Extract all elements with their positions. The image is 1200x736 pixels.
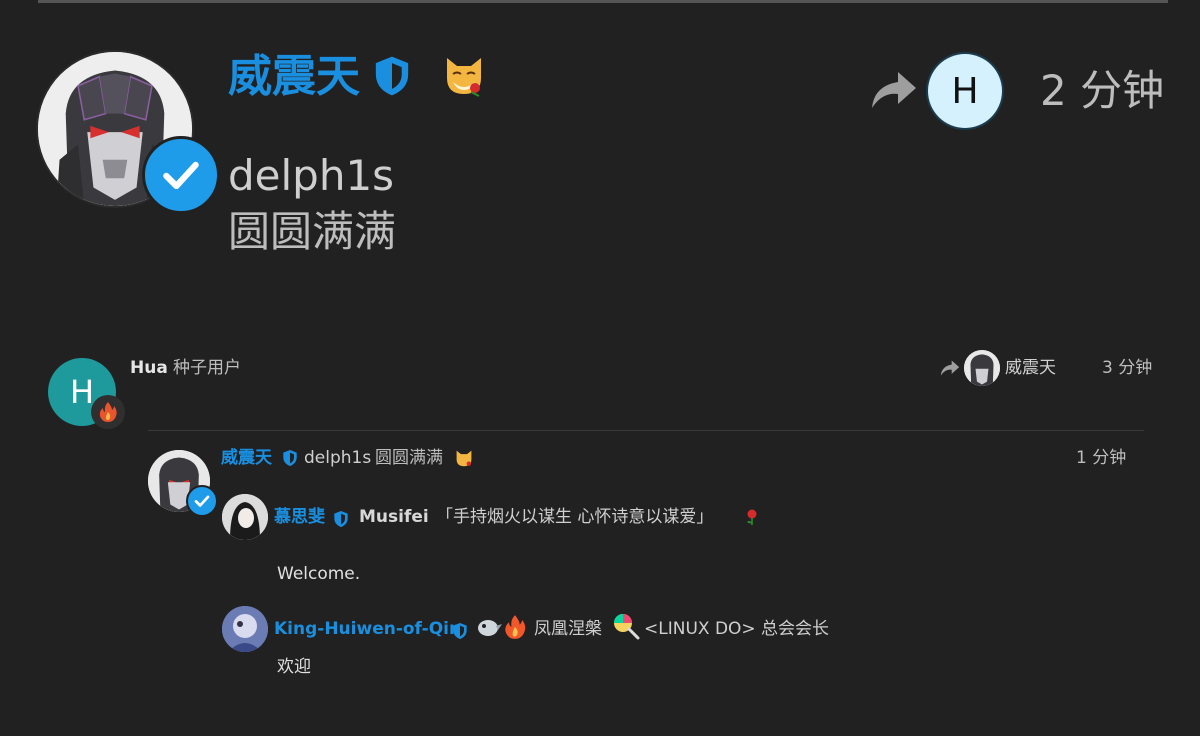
post-author-name[interactable]: 威震天: [228, 50, 360, 104]
reply-to-avatar[interactable]: [964, 350, 1000, 386]
cat-rose-emoji: [454, 448, 474, 468]
comment-author-avatar[interactable]: [222, 606, 268, 652]
quoted-author-title: 圆圆满满: [375, 448, 443, 468]
verified-check-icon: [186, 485, 218, 517]
reply-to-avatar[interactable]: H: [928, 54, 1002, 128]
shield-icon: [452, 622, 468, 644]
quoted-post-time[interactable]: 1 分钟: [1076, 446, 1126, 470]
lollipop-emoji: [612, 612, 640, 640]
comment-author-name[interactable]: King-Huiwen-of-Qin: [274, 617, 461, 641]
comment-author-name[interactable]: 慕思斐: [274, 505, 325, 529]
bird-emoji: [476, 614, 502, 640]
comment-body: Welcome.: [277, 564, 361, 584]
shield-icon: [372, 55, 412, 101]
reply-to-name[interactable]: 威震天: [1005, 357, 1056, 379]
comment-author-avatar[interactable]: [222, 494, 268, 540]
reply-author-title: 种子用户: [173, 358, 241, 378]
fire-icon: [91, 395, 125, 429]
comment-author-title: 凤凰涅槃: [534, 619, 602, 639]
divider: [148, 430, 1144, 431]
comment-author-username[interactable]: Musifei: [359, 505, 429, 529]
verified-check-icon: [142, 136, 220, 214]
cat-rose-emoji: [441, 52, 487, 98]
shield-icon: [282, 449, 298, 471]
fire-icon: [503, 614, 529, 640]
post-author-username[interactable]: delph1s: [228, 150, 394, 202]
top-divider: [38, 0, 1168, 3]
comment-author-title: 「手持烟火以谋生 心怀诗意以谋爱」: [436, 507, 714, 527]
reply-time[interactable]: 3 分钟: [1102, 357, 1152, 379]
quoted-author-name[interactable]: 威震天: [221, 446, 272, 470]
comment-body: 欢迎: [277, 657, 311, 677]
reply-arrow-icon[interactable]: [870, 70, 918, 114]
rose-emoji: [744, 508, 760, 526]
comment-author-title-group: <LINUX DO> 总会会长: [644, 619, 830, 639]
post-time[interactable]: 2 分钟: [1040, 66, 1164, 116]
shield-icon: [333, 510, 349, 532]
reply-author-name[interactable]: Hua: [130, 357, 168, 379]
reply-arrow-icon[interactable]: [940, 359, 960, 381]
post-author-title: 圆圆满满: [228, 207, 397, 256]
quoted-author-username[interactable]: delph1s: [304, 446, 371, 470]
